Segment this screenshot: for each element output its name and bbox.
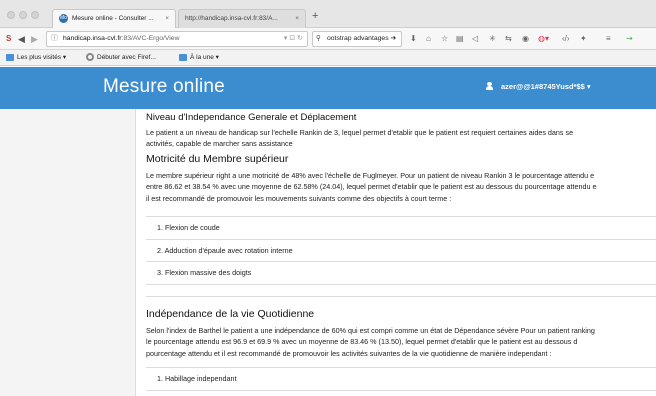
paragraph-line: il est recommandé de promouvoir les mouv… <box>146 193 452 203</box>
new-tab-button[interactable]: + <box>312 10 318 22</box>
window-zoom-dot[interactable] <box>31 11 39 19</box>
shield-icon[interactable]: ◉ <box>522 32 529 46</box>
movement-list: 1. Flexion de coude 2. Adduction d'épaul… <box>146 216 656 285</box>
section-title-vie-quotidienne: Indépendance de la vie Quotidienne <box>146 308 315 320</box>
bookmark-headlines[interactable]: À la une ▾ <box>179 50 219 65</box>
paragraph-line: entre 86.62 et 38.54 % avec une moyenne … <box>146 182 597 192</box>
url-bar[interactable]: ⓘ handicap.insa-cvl.fr:83/AVC-Ergo/View … <box>46 31 308 47</box>
paragraph-vie-quotidienne: Selon l'index de Barthel le patient a un… <box>146 325 656 359</box>
paragraph-line: Le patient a un niveau de handicap sur l… <box>146 128 574 137</box>
send-icon[interactable]: ◁ <box>472 32 478 46</box>
paragraph-motricite: Le membre supérieur right a une motricit… <box>146 170 656 204</box>
url-path: :83/AVC-Ergo/View <box>121 35 180 42</box>
addon-icon[interactable]: ◍▾ <box>538 32 549 46</box>
user-icon <box>486 82 493 90</box>
main-content: Niveau d'Independance Generale et Déplac… <box>146 109 656 396</box>
reload-icon[interactable]: ▾ ⊡ ↻ <box>284 32 303 46</box>
folder-icon <box>6 53 14 61</box>
app-title[interactable]: Mesure online <box>103 76 225 98</box>
sidebar <box>0 109 136 396</box>
list-item: 1. Habillage independant <box>146 368 656 391</box>
list-item: 1. Flexion de coude <box>146 217 656 240</box>
paragraph-line: activités, capable de marcher sans assis… <box>146 139 293 149</box>
app-header: Mesure online azer@@1#8745Yusd*$$ ▾ <box>0 67 656 109</box>
menu-icon[interactable]: ≡ <box>606 32 611 46</box>
bookmark-getting-started[interactable]: Débuter avec Firef... <box>86 50 156 65</box>
list-item: 3. Flexion massive des doigts <box>146 262 656 285</box>
activities-list: 1. Habillage independant <box>146 367 656 391</box>
info-icon[interactable]: ⓘ <box>51 32 58 46</box>
bookmark-star-icon[interactable]: ☆ <box>441 32 448 46</box>
paragraph-line: pourcentage attendu et il est recommandé… <box>146 348 552 358</box>
window-minimize-dot[interactable] <box>19 11 27 19</box>
section-divider <box>146 283 656 297</box>
bookmarks-bar: Les plus visités ▾ Débuter avec Firef...… <box>0 50 656 66</box>
gear-icon <box>86 53 94 62</box>
paragraph-line: le pourcentage attendu est 96.9 et 69.9 … <box>146 337 578 347</box>
user-menu[interactable]: azer@@1#8745Yusd*$$ ▾ <box>486 82 591 91</box>
tab-label: http://handicap.insa-cvl.fr:83/A... <box>185 15 278 22</box>
search-bar[interactable]: ⚲ ootstrap advantages ➔ <box>312 31 402 47</box>
bookmark-most-visited[interactable]: Les plus visités ▾ <box>6 50 66 65</box>
tab-handicap-url[interactable]: http://handicap.insa-cvl.fr:83/A... × <box>178 9 306 28</box>
download-icon[interactable]: ⬇ <box>410 32 417 46</box>
home-icon[interactable]: ⌂ <box>426 32 431 46</box>
forward-arrow-icon[interactable]: ▶ <box>31 32 38 46</box>
browser-tab-bar: Mo Mesure online - Consulter ... × http:/… <box>0 0 656 28</box>
list-item: 2. Adduction d'épaule avec rotation inte… <box>146 240 656 262</box>
paragraph-independance: Le patient a un niveau de handicap sur l… <box>146 127 656 150</box>
sync-icon[interactable]: ⇆ <box>505 32 512 46</box>
username: azer@@1#8745Yusd*$$ ▾ <box>501 82 591 91</box>
tab-mesure-online[interactable]: Mo Mesure online - Consulter ... × <box>52 9 176 28</box>
window-close-dot[interactable] <box>7 11 15 19</box>
search-icon: ⚲ <box>316 35 321 42</box>
puzzle-icon[interactable]: ✦ <box>580 32 587 46</box>
clipboard-icon[interactable]: ▤ <box>456 32 464 46</box>
back-arrow-icon[interactable]: ◀ <box>18 32 25 46</box>
rss-icon <box>179 53 187 61</box>
section-title-independance: Niveau d'Independance Generale et Déplac… <box>146 112 357 123</box>
paragraph-line: Le membre supérieur right a une motricit… <box>146 171 595 180</box>
site-favicon-icon: Mo <box>59 13 68 23</box>
url-host: handicap.insa-cvl.fr <box>63 35 122 42</box>
section-title-motricite: Motricité du Membre supérieur <box>146 153 289 165</box>
tab-label: Mesure online - Consulter ... <box>72 15 154 22</box>
paragraph-line: Selon l'index de Barthel le patient a un… <box>146 326 595 335</box>
search-text: ootstrap advantages <box>327 35 389 42</box>
extension-green-icon[interactable]: ⇝ <box>626 32 633 46</box>
devtools-icon[interactable]: ‹/› <box>562 32 570 46</box>
tab-close-icon[interactable]: × <box>295 10 299 28</box>
extension-icon[interactable]: ✳ <box>489 32 496 46</box>
browser-toolbar: S ◀ ▶ ⓘ handicap.insa-cvl.fr:83/AVC-Ergo… <box>0 28 656 50</box>
tab-close-icon[interactable]: × <box>165 10 169 28</box>
sidebar-toggle-icon[interactable]: S <box>6 32 11 46</box>
